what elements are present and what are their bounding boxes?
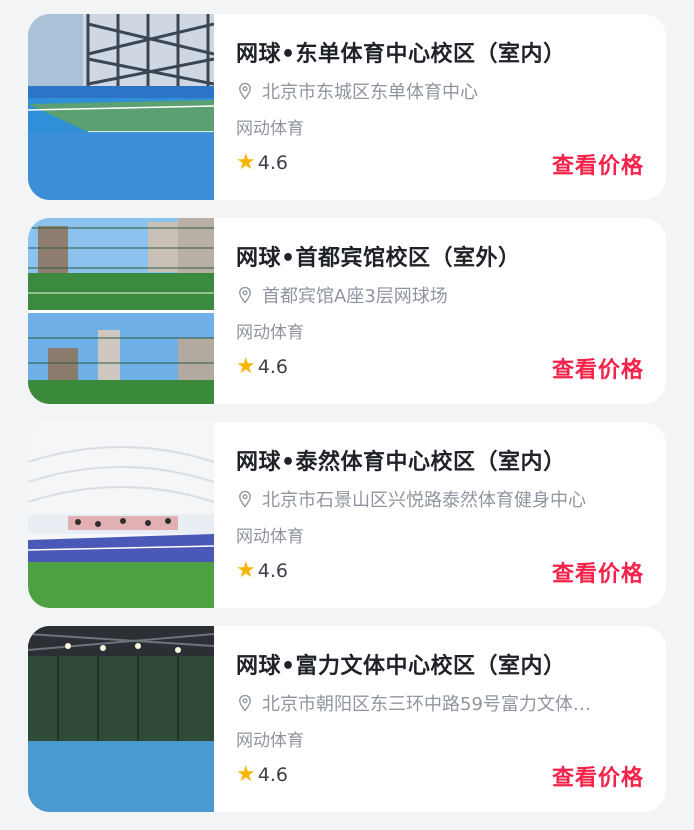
venue-rating-value: 4.6 [257, 152, 288, 174]
venue-address: 北京市石景山区兴悦路泰然体育健身中心 [236, 486, 644, 512]
venue-image-indoor-hall-court [28, 626, 214, 812]
venue-title: 网球•首都宾馆校区（室外） [236, 246, 521, 271]
venue-rating: ★ 4.6 [236, 762, 288, 787]
venue-brand: 网动体育 [236, 323, 304, 343]
star-icon: ★ [236, 558, 256, 583]
venue-rating-value: 4.6 [257, 560, 288, 582]
star-icon: ★ [236, 762, 256, 787]
venue-image-indoor-court [28, 14, 214, 200]
venue-title: 网球•东单体育中心校区（室内） [236, 42, 566, 67]
view-price-button[interactable]: 查看价格 [552, 352, 644, 384]
venue-address-text: 北京市东城区东单体育中心 [262, 82, 478, 103]
venue-list: 网球•东单体育中心校区（室内） 北京市东城区东单体育中心 网动体育 ★ 4.6 … [28, 14, 666, 830]
venue-card[interactable]: 网球•首都宾馆校区（室外） 首都宾馆A座3层网球场 网动体育 ★ 4.6 查看价… [28, 218, 666, 404]
location-pin-icon [239, 694, 251, 712]
venue-address: 北京市东城区东单体育中心 [236, 78, 644, 104]
venue-rating: ★ 4.6 [236, 558, 288, 583]
view-price-button[interactable]: 查看价格 [552, 760, 644, 792]
venue-card[interactable]: 网球•泰然体育中心校区（室内） 北京市石景山区兴悦路泰然体育健身中心 网动体育 … [28, 422, 666, 608]
star-icon: ★ [236, 150, 256, 175]
venue-rating-value: 4.6 [257, 764, 288, 786]
view-price-button[interactable]: 查看价格 [552, 556, 644, 588]
venue-card[interactable]: 网球•富力文体中心校区（室内） 北京市朝阳区东三环中路59号富力文体… 网动体育… [28, 626, 666, 812]
venue-image-dome-court [28, 422, 214, 608]
view-price-button[interactable]: 查看价格 [552, 148, 644, 180]
location-pin-icon [239, 82, 251, 100]
venue-brand: 网动体育 [236, 527, 304, 547]
venue-address-text: 北京市朝阳区东三环中路59号富力文体… [262, 694, 591, 715]
venue-address: 首都宾馆A座3层网球场 [236, 282, 644, 308]
venue-address-text: 首都宾馆A座3层网球场 [262, 286, 448, 307]
venue-title: 网球•富力文体中心校区（室内） [236, 654, 566, 679]
location-pin-icon [239, 490, 251, 508]
venue-title: 网球•泰然体育中心校区（室内） [236, 450, 566, 475]
venue-image-rooftop-court [28, 218, 214, 404]
venue-rating: ★ 4.6 [236, 150, 288, 175]
venue-address-text: 北京市石景山区兴悦路泰然体育健身中心 [262, 490, 586, 511]
star-icon: ★ [236, 354, 256, 379]
venue-rating-value: 4.6 [257, 356, 288, 378]
location-pin-icon [239, 286, 251, 304]
venue-card[interactable]: 网球•东单体育中心校区（室内） 北京市东城区东单体育中心 网动体育 ★ 4.6 … [28, 14, 666, 200]
venue-address: 北京市朝阳区东三环中路59号富力文体… [236, 690, 644, 716]
venue-rating: ★ 4.6 [236, 354, 288, 379]
venue-brand: 网动体育 [236, 731, 304, 751]
venue-brand: 网动体育 [236, 119, 304, 139]
